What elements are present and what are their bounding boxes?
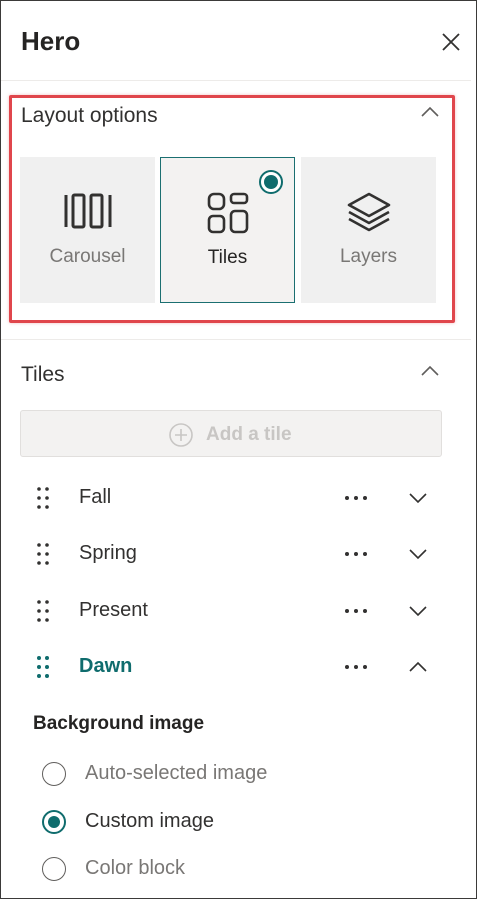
radio-button[interactable] (42, 857, 66, 881)
add-tile-label: Add a tile (206, 424, 292, 445)
drag-handle-icon[interactable] (36, 655, 50, 679)
layers-icon (347, 192, 390, 232)
add-tile-button[interactable]: Add a tile (20, 410, 442, 457)
background-image-heading: Background image (33, 713, 205, 734)
radio-custom-image[interactable]: Custom image (42, 807, 302, 837)
tile-name: Present (79, 599, 148, 621)
selected-indicator-icon (259, 170, 283, 194)
layout-option-label: Tiles (207, 247, 248, 268)
more-options-icon[interactable] (343, 545, 369, 563)
layout-option-layers[interactable]: Layers (301, 157, 436, 303)
more-options-icon[interactable] (343, 658, 369, 676)
tile-name: Fall (79, 486, 112, 508)
radio-label: Color block (85, 857, 186, 879)
tile-item-fall[interactable]: Fall (0, 478, 477, 518)
radio-label: Auto-selected image (85, 762, 268, 784)
tile-item-dawn[interactable]: Dawn (0, 647, 477, 687)
tile-item-spring[interactable]: Spring (0, 534, 477, 574)
close-icon[interactable] (438, 29, 464, 55)
carousel-icon (64, 193, 111, 229)
drag-handle-icon[interactable] (36, 486, 50, 510)
tiles-heading: Tiles (21, 363, 65, 386)
drag-handle-icon[interactable] (36, 599, 50, 623)
layout-option-tiles[interactable]: Tiles (160, 157, 295, 303)
chevron-down-icon[interactable] (407, 543, 429, 565)
more-options-icon[interactable] (343, 489, 369, 507)
chevron-up-icon[interactable] (407, 656, 429, 678)
more-options-icon[interactable] (343, 602, 369, 620)
chevron-down-icon[interactable] (407, 487, 429, 509)
radio-auto-selected-image[interactable]: Auto-selected image (42, 759, 302, 789)
radio-color-block[interactable]: Color block (42, 854, 302, 884)
radio-label: Custom image (85, 810, 214, 832)
header-divider (1, 80, 471, 81)
tile-name: Spring (79, 542, 137, 564)
layout-option-label: Layers (339, 246, 398, 267)
layout-option-label: Carousel (49, 246, 126, 267)
tile-name: Dawn (79, 655, 133, 677)
chevron-up-icon[interactable] (419, 360, 441, 382)
radio-button[interactable] (42, 810, 66, 834)
layout-options-heading: Layout options (21, 104, 158, 127)
radio-button[interactable] (42, 762, 66, 786)
layout-option-carousel[interactable]: Carousel (20, 157, 155, 303)
chevron-down-icon[interactable] (407, 600, 429, 622)
tile-item-present[interactable]: Present (0, 591, 477, 631)
tiles-icon (207, 192, 248, 234)
panel-title: Hero (21, 26, 81, 56)
chevron-up-icon[interactable] (419, 101, 441, 123)
drag-handle-icon[interactable] (36, 542, 50, 566)
add-circle-icon (169, 423, 193, 447)
section-divider (1, 339, 471, 340)
